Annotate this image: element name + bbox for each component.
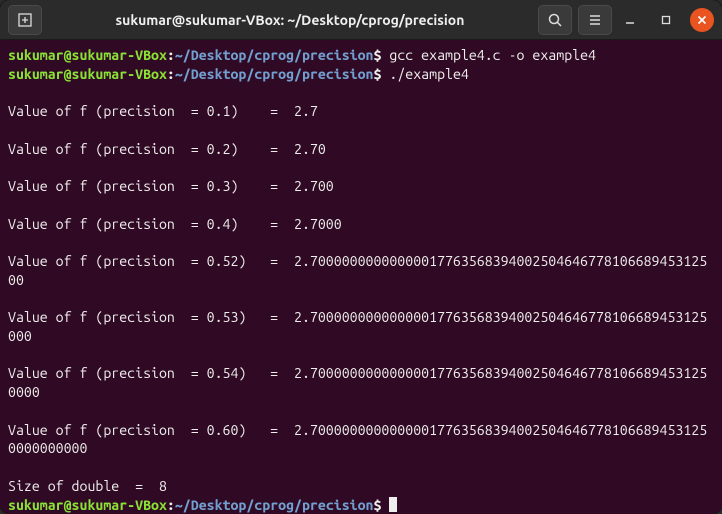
prompt-user: sukumar@sukumar-VBox — [8, 66, 167, 82]
maximize-button[interactable] — [654, 8, 678, 32]
search-icon — [547, 12, 563, 28]
close-icon — [697, 15, 707, 25]
close-button[interactable] — [690, 8, 714, 32]
prompt-user: sukumar@sukumar-VBox — [8, 497, 167, 513]
command-text — [381, 497, 389, 513]
prompt-colon: : — [167, 66, 175, 82]
output-line: Value of f (precision = 0.3) = 2.700 — [8, 178, 334, 194]
command-text: gcc example4.c -o example4 — [381, 47, 596, 63]
window-title: sukumar@sukumar-VBox: ~/Desktop/cprog/pr… — [48, 12, 532, 28]
hamburger-icon — [587, 12, 603, 28]
minimize-button[interactable] — [618, 8, 642, 32]
minimize-icon — [625, 15, 635, 25]
prompt-path: ~/Desktop/cprog/precision — [175, 66, 374, 82]
new-tab-button[interactable] — [8, 5, 42, 35]
prompt-user: sukumar@sukumar-VBox — [8, 47, 167, 63]
output-line: Value of f (precision = 0.60) = 2.700000… — [8, 422, 707, 457]
prompt-colon: : — [167, 497, 175, 513]
output-line: Value of f (precision = 0.52) = 2.700000… — [8, 253, 707, 288]
terminal-window: sukumar@sukumar-VBox: ~/Desktop/cprog/pr… — [0, 0, 722, 514]
terminal-body[interactable]: sukumar@sukumar-VBox:~/Desktop/cprog/pre… — [0, 40, 722, 514]
terminal-cursor — [389, 497, 397, 512]
output-line: Value of f (precision = 0.53) = 2.700000… — [8, 309, 707, 344]
output-line: Value of f (precision = 0.2) = 2.70 — [8, 141, 326, 157]
titlebar: sukumar@sukumar-VBox: ~/Desktop/cprog/pr… — [0, 0, 722, 40]
output-line: Value of f (precision = 0.1) = 2.7 — [8, 103, 318, 119]
command-text: ./example4 — [381, 66, 468, 82]
new-tab-icon — [17, 12, 33, 28]
prompt-path: ~/Desktop/cprog/precision — [175, 47, 374, 63]
output-line: Size of double = 8 — [8, 478, 167, 494]
output-line: Value of f (precision = 0.4) = 2.7000 — [8, 216, 342, 232]
prompt-path: ~/Desktop/cprog/precision — [175, 497, 374, 513]
maximize-icon — [661, 15, 671, 25]
output-line: Value of f (precision = 0.54) = 2.700000… — [8, 365, 707, 400]
search-button[interactable] — [538, 5, 572, 35]
prompt-colon: : — [167, 47, 175, 63]
menu-button[interactable] — [578, 5, 612, 35]
window-controls — [618, 8, 714, 32]
